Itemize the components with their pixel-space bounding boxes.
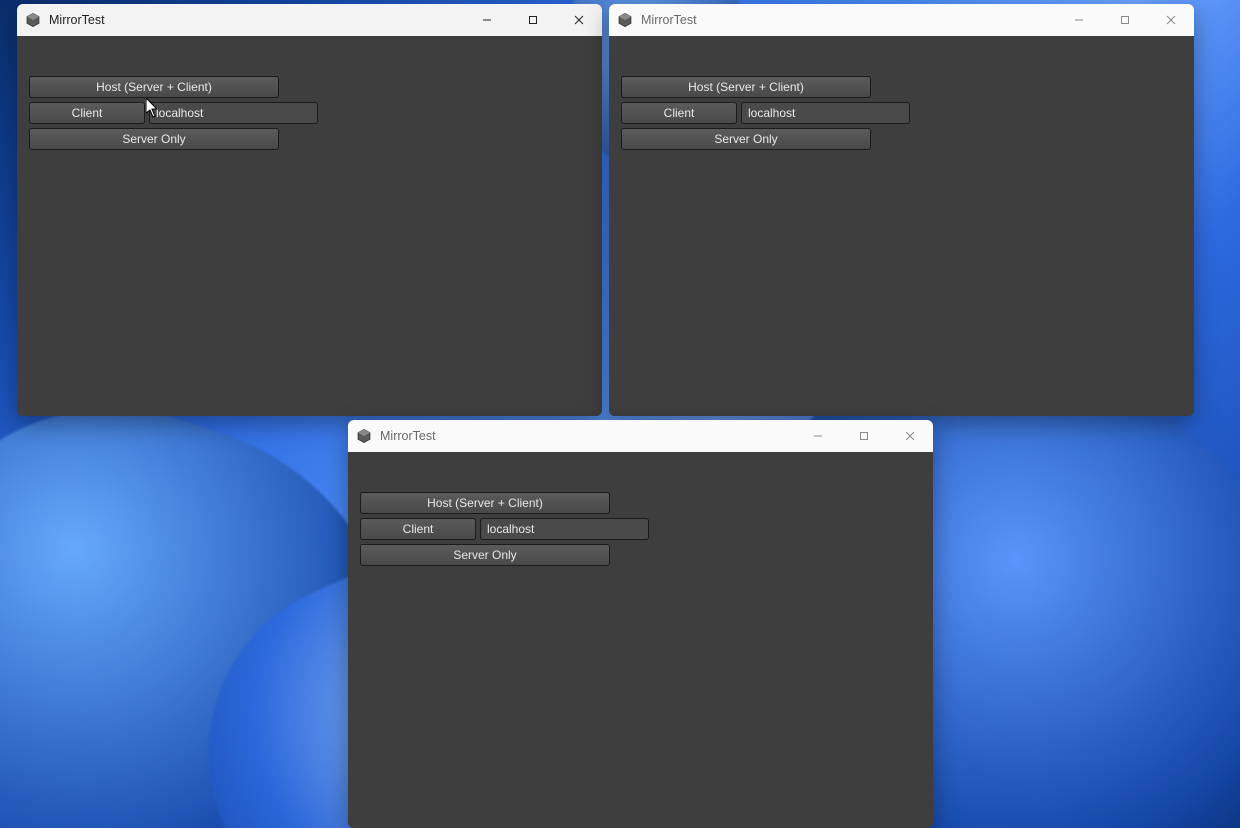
app-icon [25,12,41,28]
client-button[interactable]: Client [29,102,145,124]
minimize-button[interactable] [795,420,841,452]
titlebar[interactable]: MirrorTest [348,420,933,452]
app-icon [356,428,372,444]
server-only-button[interactable]: Server Only [360,544,610,566]
server-only-button[interactable]: Server Only [621,128,871,150]
window-title: MirrorTest [380,429,436,443]
app-window: MirrorTest Host (Server + Client) Client… [609,4,1194,416]
titlebar[interactable]: MirrorTest [609,4,1194,36]
address-input[interactable] [149,102,318,124]
maximize-button[interactable] [841,420,887,452]
window-title: MirrorTest [49,13,105,27]
network-panel: Host (Server + Client) Client Server Onl… [360,492,610,566]
client-button[interactable]: Client [621,102,737,124]
address-input[interactable] [741,102,910,124]
host-button[interactable]: Host (Server + Client) [360,492,610,514]
client-area: Host (Server + Client) Client Server Onl… [17,36,602,416]
maximize-button[interactable] [510,4,556,36]
close-button[interactable] [556,4,602,36]
host-button[interactable]: Host (Server + Client) [29,76,279,98]
client-area: Host (Server + Client) Client Server Onl… [609,36,1194,416]
client-area: Host (Server + Client) Client Server Onl… [348,452,933,828]
server-only-button[interactable]: Server Only [29,128,279,150]
app-window: MirrorTest Host (Server + Client) Client… [17,4,602,416]
minimize-button[interactable] [464,4,510,36]
address-input[interactable] [480,518,649,540]
window-title: MirrorTest [641,13,697,27]
close-button[interactable] [887,420,933,452]
app-window: MirrorTest Host (Server + Client) Client… [348,420,933,828]
network-panel: Host (Server + Client) Client Server Onl… [621,76,871,150]
app-icon [617,12,633,28]
host-button[interactable]: Host (Server + Client) [621,76,871,98]
network-panel: Host (Server + Client) Client Server Onl… [29,76,279,150]
maximize-button[interactable] [1102,4,1148,36]
close-button[interactable] [1148,4,1194,36]
titlebar[interactable]: MirrorTest [17,4,602,36]
minimize-button[interactable] [1056,4,1102,36]
client-button[interactable]: Client [360,518,476,540]
